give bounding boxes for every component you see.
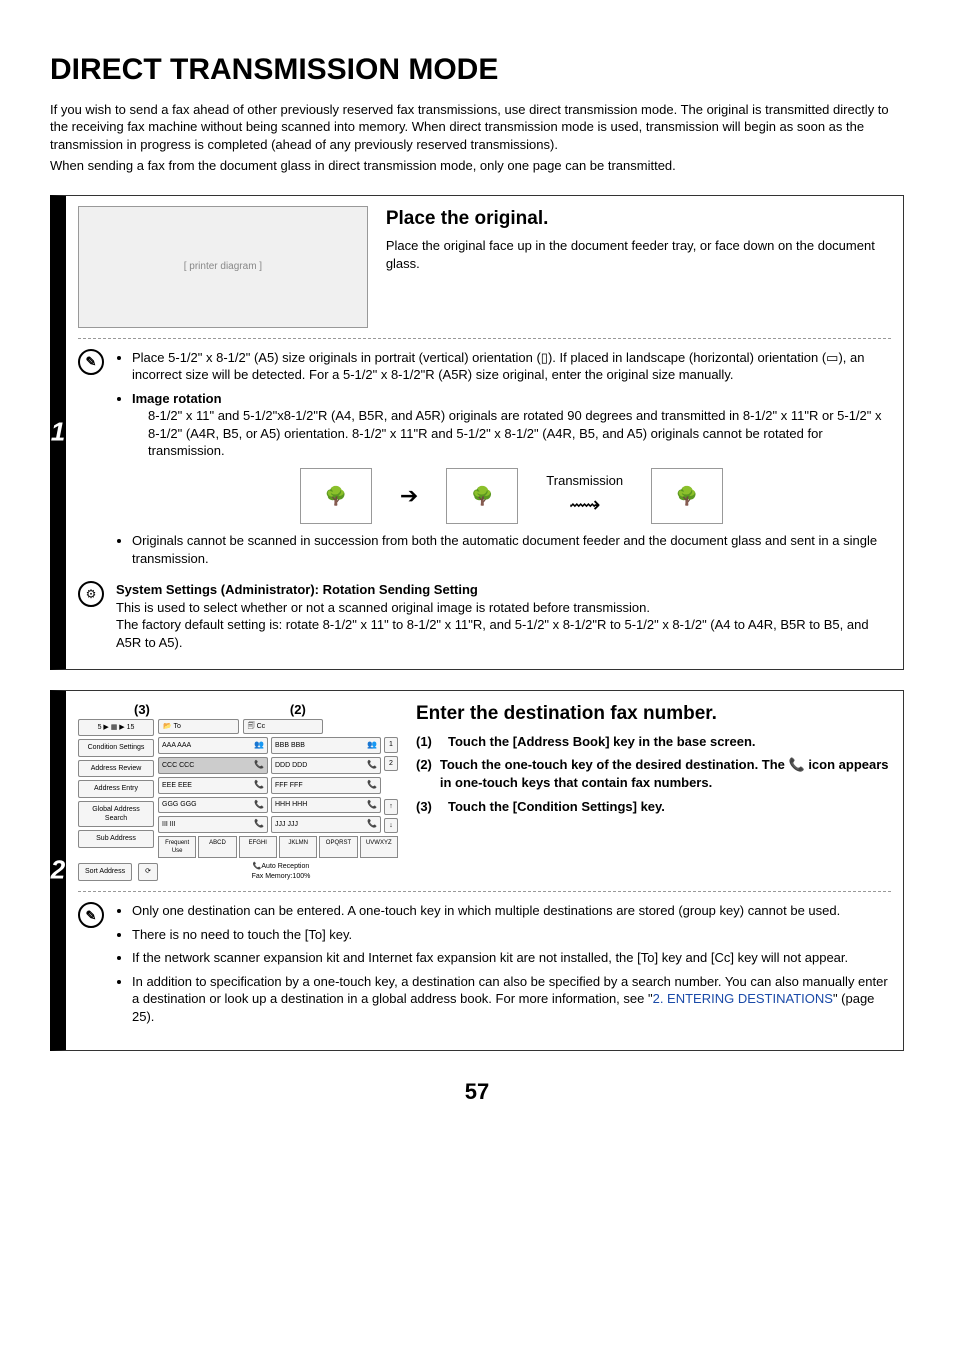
rotation-after-icon: 🌳 bbox=[446, 468, 518, 524]
sort-address-button[interactable]: Sort Address bbox=[78, 863, 132, 880]
intro-text: If you wish to send a fax ahead of other… bbox=[50, 101, 904, 175]
one-touch-ggg[interactable]: GGG GGG📞 bbox=[158, 797, 268, 814]
one-touch-ddd[interactable]: DDD DDD📞 bbox=[271, 757, 381, 774]
separator bbox=[78, 891, 891, 892]
phone-icon: 📞 bbox=[367, 780, 377, 791]
tab-uvwxyz[interactable]: UVWXYZ bbox=[360, 836, 398, 858]
rotation-before-icon: 🌳 bbox=[300, 468, 372, 524]
page-2-indicator: 2 bbox=[384, 756, 398, 771]
step2-note-3: If the network scanner expansion kit and… bbox=[132, 949, 891, 967]
one-touch-hhh[interactable]: HHH HHH📞 bbox=[271, 797, 381, 814]
phone-icon: 📞 bbox=[254, 780, 264, 791]
scroll-up-button[interactable]: ↑ bbox=[384, 799, 398, 814]
breadcrumb[interactable]: 5 ▶ ▦ ▶ 15 bbox=[78, 719, 154, 736]
cc-tab[interactable]: 🗐 Cc bbox=[243, 719, 324, 734]
admin-text-2: The factory default setting is: rotate 8… bbox=[116, 616, 891, 651]
touchscreen-mock: 5 ▶ ▦ ▶ 15 Condition Settings Address Re… bbox=[78, 719, 398, 881]
refresh-button[interactable]: ⟳ bbox=[138, 863, 158, 880]
step-1-number: 1 bbox=[50, 415, 66, 450]
tab-efghi[interactable]: EFGHI bbox=[239, 836, 277, 858]
step-1: 1 [ printer diagram ] Place the original… bbox=[50, 195, 904, 671]
one-touch-ccc-selected[interactable]: CCC CCC📞 bbox=[158, 757, 268, 774]
phone-icon: 📞 bbox=[254, 800, 264, 811]
step2-note-2: There is no need to touch the [To] key. bbox=[132, 926, 891, 944]
tab-jklmn[interactable]: JKLMN bbox=[279, 836, 317, 858]
separator bbox=[78, 338, 891, 339]
page-number: 57 bbox=[50, 1077, 904, 1107]
phone-icon: 📞 bbox=[367, 819, 377, 830]
tab-opqrst[interactable]: OPQRST bbox=[319, 836, 357, 858]
step2-note-4: In addition to specification by a one-to… bbox=[132, 973, 891, 1026]
step-2-heading: Enter the destination fax number. bbox=[416, 701, 891, 727]
instruction-1: (1)Touch the [Address Book] key in the b… bbox=[416, 733, 891, 751]
instruction-2: (2)Touch the one-touch key of the desire… bbox=[416, 756, 891, 791]
arrow-icon: ➔ bbox=[400, 481, 418, 511]
step-2: 2 (3) (2) 5 ▶ ▦ ▶ 15 Condition Settings … bbox=[50, 690, 904, 1050]
step-1-heading: Place the original. bbox=[386, 206, 891, 232]
callout-2: (2) bbox=[290, 701, 306, 719]
note-orientation: Place 5-1/2" x 8-1/2" (A5) size original… bbox=[132, 349, 891, 384]
transmission-label: Transmission bbox=[546, 472, 623, 490]
address-entry-button[interactable]: Address Entry bbox=[78, 780, 154, 797]
pencil-note-icon: ✎ bbox=[78, 349, 104, 375]
intro-p1: If you wish to send a fax ahead of other… bbox=[50, 101, 904, 154]
gear-icon: ⚙ bbox=[78, 581, 104, 607]
admin-title: System Settings (Administrator): Rotatio… bbox=[116, 581, 891, 599]
printer-illustration: [ printer diagram ] bbox=[78, 206, 368, 328]
page-title: DIRECT TRANSMISSION MODE bbox=[50, 50, 904, 91]
phone-icon: 📞 bbox=[367, 760, 377, 771]
instruction-3: (3)Touch the [Condition Settings] key. bbox=[416, 798, 891, 816]
phone-icon: 📞 bbox=[254, 819, 264, 830]
transmission-arrow-icon: ⟿ bbox=[569, 490, 601, 520]
tab-abcd[interactable]: ABCD bbox=[198, 836, 236, 858]
global-address-search-button[interactable]: Global Address Search bbox=[78, 801, 154, 828]
note-succession: Originals cannot be scanned in successio… bbox=[132, 532, 891, 567]
callout-3: (3) bbox=[134, 701, 150, 719]
rotation-result-icon: 🌳 bbox=[651, 468, 723, 524]
page-1-indicator: 1 bbox=[384, 737, 398, 752]
one-touch-aaa[interactable]: AAA AAA👥 bbox=[158, 737, 268, 754]
portrait-icon: ▯ bbox=[541, 350, 548, 365]
one-touch-eee[interactable]: EEE EEE📞 bbox=[158, 777, 268, 794]
tab-frequent[interactable]: Frequent Use bbox=[158, 836, 196, 858]
landscape-icon: ▭ bbox=[826, 350, 838, 365]
admin-text-1: This is used to select whether or not a … bbox=[116, 599, 891, 617]
step-1-desc: Place the original face up in the docume… bbox=[386, 237, 891, 272]
sub-address-button[interactable]: Sub Address bbox=[78, 830, 154, 847]
condition-settings-button[interactable]: Condition Settings bbox=[78, 739, 154, 756]
entering-destinations-link[interactable]: 2. ENTERING DESTINATIONS bbox=[653, 991, 833, 1006]
group-icon: 👥 bbox=[367, 740, 377, 751]
phone-icon: 📞 bbox=[367, 800, 377, 811]
one-touch-fff[interactable]: FFF FFF📞 bbox=[271, 777, 381, 794]
group-icon: 👥 bbox=[254, 740, 264, 751]
step-2-number: 2 bbox=[50, 853, 66, 888]
pencil-note-icon: ✎ bbox=[78, 902, 104, 928]
phone-icon: 📞 bbox=[254, 760, 264, 771]
address-review-button[interactable]: Address Review bbox=[78, 760, 154, 777]
to-tab[interactable]: 📂 To bbox=[158, 719, 239, 734]
phone-inline-icon: 📞 bbox=[789, 757, 805, 772]
note-rotation: Image rotation 8-1/2" x 11" and 5-1/2"x8… bbox=[132, 390, 891, 524]
one-touch-bbb[interactable]: BBB BBB👥 bbox=[271, 737, 381, 754]
status-text: 📞Auto Reception Fax Memory:100% bbox=[164, 862, 398, 881]
intro-p2: When sending a fax from the document gla… bbox=[50, 157, 904, 175]
step2-note-1: Only one destination can be entered. A o… bbox=[132, 902, 891, 920]
scroll-down-button[interactable]: ↓ bbox=[384, 818, 398, 833]
one-touch-iii[interactable]: III III📞 bbox=[158, 816, 268, 833]
one-touch-jjj[interactable]: JJJ JJJ📞 bbox=[271, 816, 381, 833]
